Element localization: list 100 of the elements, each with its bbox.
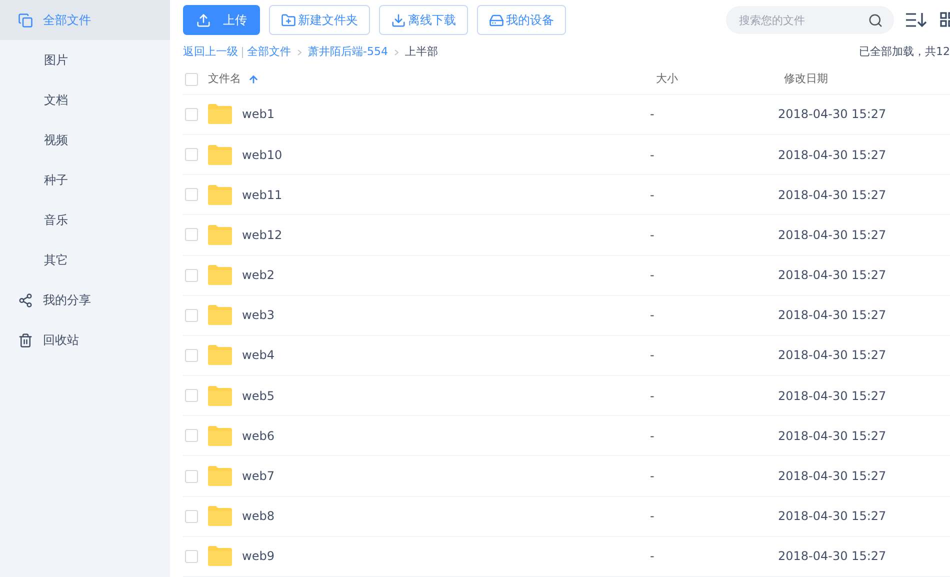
file-row[interactable]: web11 - 2018-04-30 15:27	[183, 175, 950, 216]
column-header[interactable]: 修改日期	[784, 71, 828, 88]
file-size: -	[650, 428, 656, 445]
file-size: -	[650, 388, 656, 405]
folder-plus-icon	[281, 12, 296, 28]
sort-arrow-icon	[248, 74, 259, 85]
modified-date: 2018-04-30 15:27	[778, 468, 886, 486]
row-checkbox[interactable]	[185, 188, 198, 202]
breadcrumb-current: 上半部	[404, 44, 438, 60]
file-name: web11	[242, 186, 284, 204]
row-checkbox[interactable]	[185, 510, 198, 523]
file-name: web3	[242, 307, 276, 324]
modified-date: 2018-04-30 15:27	[778, 307, 886, 324]
file-size: -	[650, 468, 656, 486]
file-row[interactable]: web6 - 2018-04-30 15:27	[183, 416, 950, 456]
trash-icon	[18, 332, 33, 348]
device-icon	[489, 12, 504, 28]
file-row[interactable]: web8 - 2018-04-30 15:27	[183, 496, 950, 537]
file-row[interactable]: web5 - 2018-04-30 15:27	[183, 376, 950, 416]
sidebar-item[interactable]: 文档	[0, 80, 170, 120]
search-icon[interactable]	[868, 13, 883, 28]
file-row[interactable]: web3 - 2018-04-30 15:27	[183, 296, 950, 336]
file-row[interactable]: web10 - 2018-04-30 15:27	[183, 134, 950, 176]
sort-icon[interactable]	[905, 12, 927, 28]
file-name: web8	[242, 508, 276, 526]
file-size: -	[650, 548, 656, 566]
file-row[interactable]: web2 - 2018-04-30 15:27	[183, 256, 950, 296]
sidebar-item[interactable]: 其它	[0, 240, 170, 280]
row-checkbox[interactable]	[185, 389, 198, 402]
sidebar-item[interactable]: 视频	[0, 120, 170, 160]
folder-icon	[208, 104, 232, 124]
modified-date: 2018-04-30 15:27	[778, 267, 886, 284]
folder-icon	[208, 426, 232, 446]
folder-icon	[208, 265, 232, 286]
file-name: web6	[242, 428, 276, 445]
file-size: -	[650, 186, 656, 204]
row-checkbox[interactable]	[185, 108, 198, 121]
files-icon	[18, 12, 33, 28]
folder-icon	[208, 224, 232, 245]
row-checkbox[interactable]	[185, 268, 198, 282]
share-icon	[18, 292, 33, 308]
row-checkbox[interactable]	[185, 550, 198, 563]
file-size: -	[650, 146, 656, 164]
file-row[interactable]: web12 - 2018-04-30 15:27	[183, 215, 950, 256]
folder-icon	[208, 184, 232, 205]
row-checkbox[interactable]	[185, 148, 198, 162]
modified-date: 2018-04-30 15:27	[778, 146, 886, 164]
file-name: web9	[242, 548, 276, 566]
file-name: web2	[242, 267, 276, 284]
modified-date: 2018-04-30 15:27	[778, 347, 886, 364]
row-checkbox[interactable]	[185, 470, 198, 483]
file-name: web7	[242, 468, 276, 486]
file-size: -	[650, 267, 656, 284]
modified-date: 2018-04-30 15:27	[778, 548, 886, 566]
modified-date: 2018-04-30 15:27	[778, 428, 886, 445]
file-name: web4	[242, 347, 276, 364]
sidebar-item[interactable]: 回收站	[0, 320, 170, 360]
modified-date: 2018-04-30 15:27	[778, 508, 886, 526]
modified-date: 2018-04-30 15:27	[778, 106, 886, 124]
sidebar-item[interactable]: 图片	[0, 40, 170, 80]
search-field[interactable]: 搜索您的文件	[726, 6, 894, 34]
row-checkbox[interactable]	[185, 348, 198, 362]
chevron-icon	[297, 48, 302, 56]
modified-date: 2018-04-30 15:27	[778, 226, 886, 244]
folder-icon	[208, 546, 232, 566]
file-row[interactable]: web7 - 2018-04-30 15:27	[183, 456, 950, 497]
column-header[interactable]: 大小	[656, 71, 784, 88]
select-all-checkbox[interactable]	[185, 72, 198, 86]
modified-date: 2018-04-30 15:27	[778, 388, 886, 405]
sidebar-item[interactable]: 种子	[0, 160, 170, 200]
row-checkbox[interactable]	[185, 429, 198, 442]
chevron-icon	[394, 48, 399, 56]
file-name: web1	[242, 106, 276, 124]
column-header[interactable]: 文件名	[208, 71, 248, 88]
row-checkbox[interactable]	[185, 308, 198, 322]
folder-icon	[208, 144, 232, 165]
file-size: -	[650, 226, 656, 244]
file-size: -	[650, 106, 656, 124]
folder-icon	[208, 466, 232, 486]
file-size: -	[650, 347, 656, 364]
download-icon	[391, 12, 406, 28]
folder-icon	[208, 386, 232, 406]
load-status: 已全部加载，共12	[859, 44, 950, 60]
file-row[interactable]: web1 - 2018-04-30 15:27	[183, 94, 950, 135]
row-checkbox[interactable]	[185, 228, 198, 242]
sidebar-item[interactable]: 音乐	[0, 200, 170, 240]
folder-icon	[208, 506, 232, 526]
file-name: web5	[242, 388, 276, 405]
folder-icon	[208, 305, 232, 326]
file-row[interactable]: web9 - 2018-04-30 15:27	[183, 536, 950, 577]
file-name: web12	[242, 226, 284, 244]
sidebar-item[interactable]: 我的分享	[0, 280, 170, 320]
file-name: web10	[242, 146, 284, 164]
file-row[interactable]: web4 - 2018-04-30 15:27	[183, 336, 950, 376]
file-size: -	[650, 307, 656, 324]
folder-icon	[208, 345, 232, 366]
grid-view-icon[interactable]	[940, 12, 950, 28]
file-size: -	[650, 508, 656, 526]
upload-icon	[196, 12, 211, 28]
modified-date: 2018-04-30 15:27	[778, 186, 886, 204]
